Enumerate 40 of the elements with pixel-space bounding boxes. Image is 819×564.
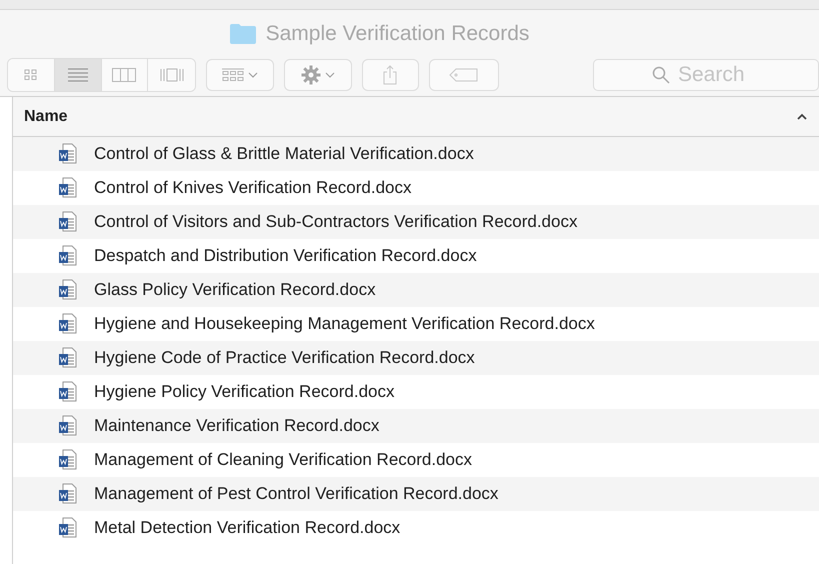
word-document-icon <box>57 211 79 233</box>
arrange-button[interactable] <box>206 59 274 91</box>
column-label: Name <box>24 108 68 126</box>
share-button[interactable] <box>362 59 420 91</box>
file-name[interactable]: Despatch and Distribution Verification Record.docx <box>94 246 477 266</box>
file-name[interactable]: Hygiene and Housekeeping Management Verification Record.docx <box>94 314 595 334</box>
file-name[interactable]: Control of Knives Verification Record.docx <box>94 178 412 198</box>
tag-button[interactable] <box>429 59 499 91</box>
list-icon <box>68 68 88 82</box>
word-document-icon <box>57 177 79 199</box>
word-document-icon <box>57 449 79 471</box>
word-document-icon <box>57 279 79 301</box>
word-document-icon <box>57 517 79 539</box>
gallery-icon <box>160 68 184 82</box>
file-name[interactable]: Management of Cleaning Verification Record.docx <box>94 450 472 470</box>
file-name[interactable]: Hygiene Policy Verification Record.docx <box>94 382 394 402</box>
folder-icon <box>230 24 256 44</box>
word-document-icon <box>57 381 79 403</box>
word-document-icon <box>57 347 79 369</box>
tag-icon <box>449 68 480 82</box>
action-button[interactable] <box>284 59 352 91</box>
chevron-down-icon <box>324 72 335 78</box>
word-document-icon <box>57 483 79 505</box>
columns-icon <box>112 68 136 82</box>
chevron-down-icon <box>248 72 258 78</box>
share-icon <box>383 65 398 85</box>
file-name[interactable]: Metal Detection Verification Record.docx <box>94 518 400 538</box>
word-document-icon <box>57 143 79 165</box>
view-mode-control[interactable] <box>7 58 196 92</box>
window-title: Sample Verification Records <box>266 22 530 46</box>
word-document-icon <box>57 245 79 267</box>
gear-icon <box>300 65 321 85</box>
group-icon <box>222 68 244 82</box>
view-mode-button[interactable] <box>8 59 55 91</box>
word-document-icon <box>57 415 79 437</box>
grid-icon <box>24 69 38 81</box>
word-document-icon <box>57 313 79 335</box>
view-mode-button[interactable] <box>54 59 102 91</box>
column-header[interactable]: Name <box>12 97 819 137</box>
search-icon <box>652 66 670 84</box>
